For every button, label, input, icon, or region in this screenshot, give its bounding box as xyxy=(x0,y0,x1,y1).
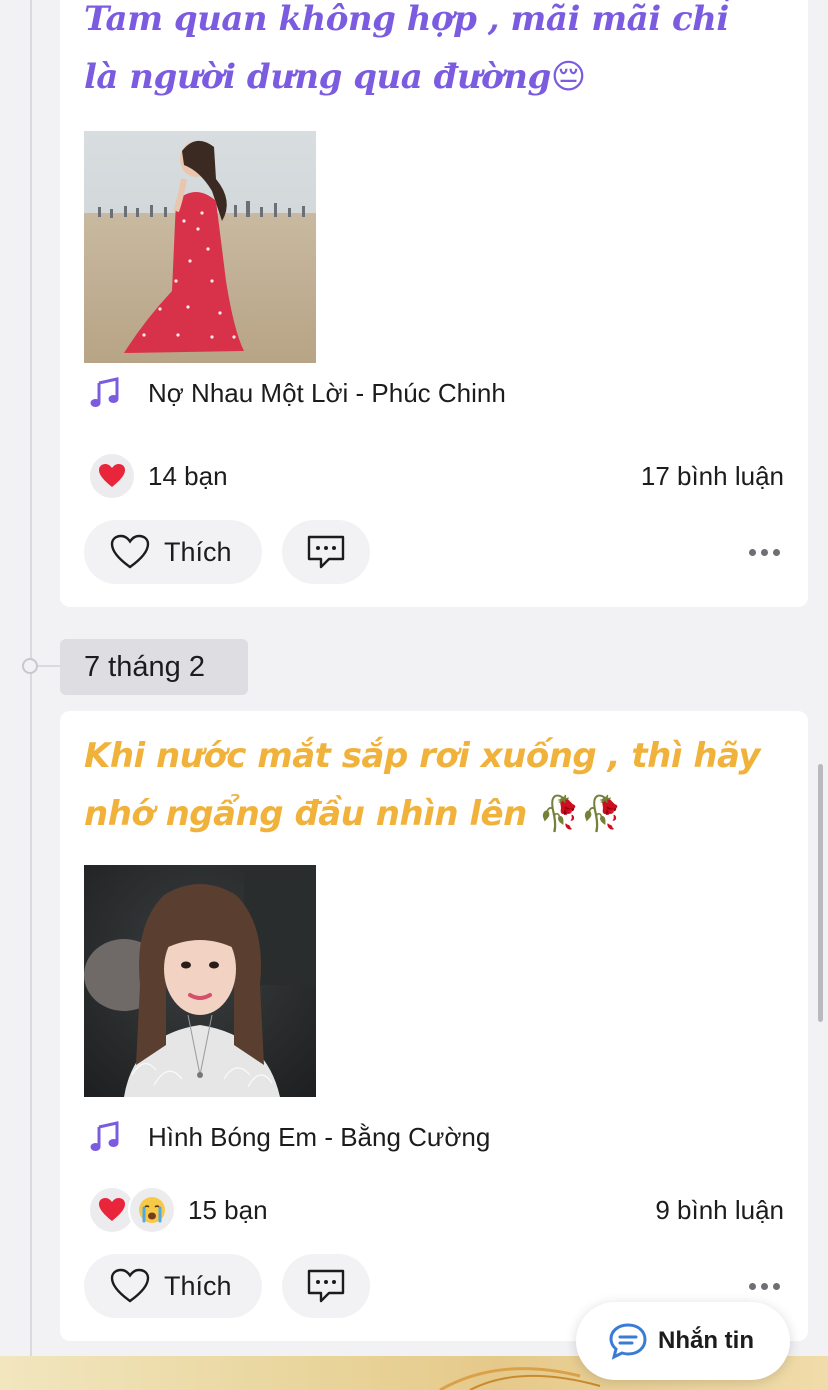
reaction-count: 14 bạn xyxy=(148,460,228,491)
music-note-icon xyxy=(88,376,122,410)
wilted-rose-icon: 🥀🥀 xyxy=(538,794,622,834)
date-separator: 7 tháng 2 xyxy=(60,639,248,695)
post-photo[interactable] xyxy=(84,865,316,1097)
chat-bubble-icon xyxy=(609,1323,647,1360)
crying-face-icon xyxy=(128,1186,176,1234)
comment-button[interactable] xyxy=(282,520,370,584)
post-photo[interactable] xyxy=(84,131,316,363)
music-row[interactable]: Hình Bóng Em - Bằng Cường xyxy=(88,1117,788,1157)
timeline-line xyxy=(30,0,32,1390)
post-caption: Tam quan không hợp , mãi mãi chỉ là ngườ… xyxy=(84,0,729,97)
timeline-connector xyxy=(38,665,60,667)
post-caption: Khi nước mắt sắp rơi xuống , thì hãy nhớ… xyxy=(84,736,761,834)
heart-icon xyxy=(88,452,136,500)
like-label: Thích xyxy=(164,1270,232,1301)
comment-bubble-icon xyxy=(307,535,345,569)
heart-outline-icon xyxy=(110,534,150,569)
reaction-stats[interactable]: 14 bạn 17 bình luận xyxy=(88,451,784,501)
heart-outline-icon xyxy=(110,1268,150,1303)
chat-button[interactable]: Nhắn tin xyxy=(576,1302,790,1380)
comment-button[interactable] xyxy=(282,1254,370,1318)
music-row[interactable]: Nợ Nhau Một Lời - Phúc Chinh xyxy=(88,373,788,413)
like-label: Thích xyxy=(164,536,232,567)
reaction-count: 15 bạn xyxy=(188,1194,268,1225)
music-title: Nợ Nhau Một Lời - Phúc Chinh xyxy=(148,377,506,408)
music-title: Hình Bóng Em - Bằng Cường xyxy=(148,1121,491,1152)
pensive-face-icon: 😔 xyxy=(550,57,586,97)
more-options-icon[interactable] xyxy=(749,548,784,556)
like-button[interactable]: Thích xyxy=(84,1254,262,1318)
comment-bubble-icon xyxy=(307,1269,345,1303)
music-note-icon xyxy=(88,1120,122,1154)
post-card: Khi nước mắt sắp rơi xuống , thì hãy nhớ… xyxy=(60,711,808,1341)
like-button[interactable]: Thích xyxy=(84,520,262,584)
post-actions: Thích xyxy=(84,520,784,584)
timeline-dot xyxy=(22,658,38,674)
comment-count[interactable]: 9 bình luận xyxy=(655,1195,784,1226)
comment-count[interactable]: 17 bình luận xyxy=(641,461,784,492)
scrollbar[interactable] xyxy=(818,764,823,1022)
post-card: Tam quan không hợp , mãi mãi chỉ là ngườ… xyxy=(60,0,808,607)
more-options-icon[interactable] xyxy=(749,1282,784,1290)
chat-button-label: Nhắn tin xyxy=(658,1327,754,1354)
reaction-stats[interactable]: 15 bạn 9 bình luận xyxy=(88,1185,784,1235)
